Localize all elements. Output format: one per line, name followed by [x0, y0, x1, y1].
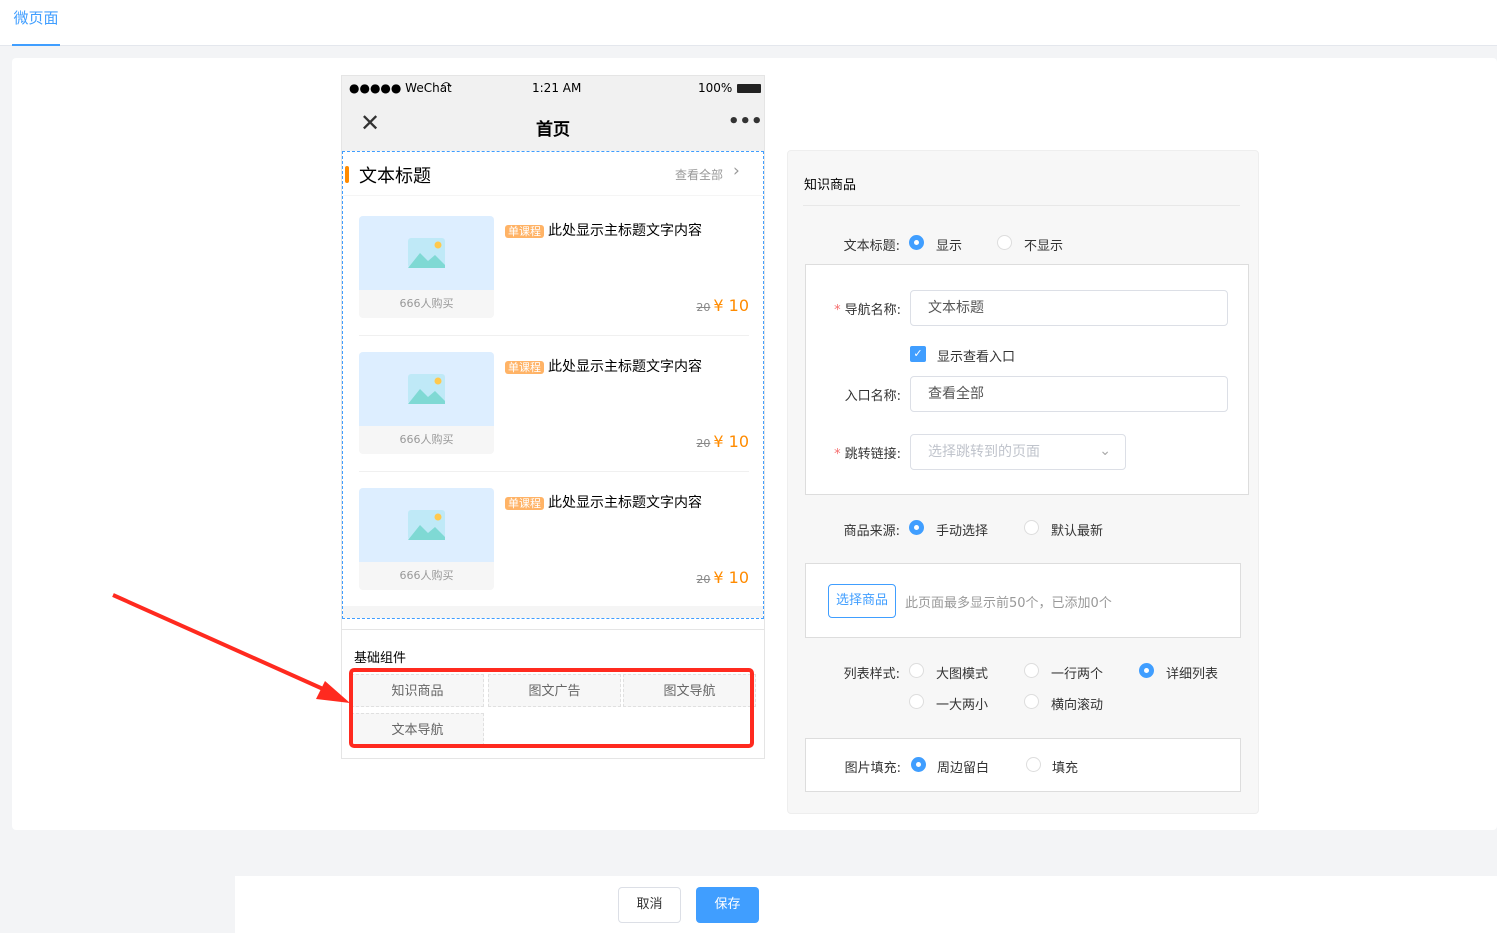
save-button[interactable]: 保存: [696, 887, 759, 923]
battery-icon: [737, 84, 761, 93]
list-item[interactable]: 666人购买 单课程 此处显示主标题文字内容 20 ¥ 10: [359, 488, 749, 608]
goods-component-preview[interactable]: 文本标题 查看全部 › 666人购买 单课程 此处显示主标题文字内容 20 ¥ 10…: [342, 151, 764, 619]
radio-margin-label: 周边留白: [937, 761, 990, 776]
entry-name-label: 入口名称:: [844, 389, 901, 404]
radio-latest[interactable]: [1024, 520, 1039, 535]
cancel-button[interactable]: 取消: [618, 887, 681, 923]
image-placeholder-icon: [359, 216, 494, 290]
footer-bar: 取消 保存: [235, 876, 1497, 933]
radio-manual-label: 手动选择: [936, 524, 989, 539]
select-goods-hint: 此页面最多显示前50个，已添加0个: [905, 596, 1112, 611]
annotation-arrow-icon: [112, 593, 350, 703]
title-settings-box: * 导航名称: 文本标题 ✓ 显示查看入口 入口名称: 查看全部 * 跳转链接: 选…: [805, 264, 1249, 495]
wifi-icon: ◠: [441, 79, 452, 93]
buyers-count: 666人购买: [399, 433, 454, 446]
select-goods-button[interactable]: 选择商品: [828, 584, 896, 618]
list-item[interactable]: 666人购买 单课程 此处显示主标题文字内容 20 ¥ 10: [359, 216, 749, 336]
phone-preview: ●●●●● WeChat ◠ 1:21 AM 100% ✕ 首页 ••• 文本标…: [341, 75, 765, 759]
old-price: 20: [696, 437, 711, 450]
radio-latest-label: 默认最新: [1051, 524, 1104, 539]
text-title-label: 文本标题:: [843, 239, 900, 254]
course-tag: 单课程: [505, 361, 544, 374]
phone-nav: ✕ 首页 •••: [342, 101, 764, 151]
radio-horizontal-scroll-label: 横向滚动: [1051, 698, 1104, 713]
top-tab-bar: 微页面: [0, 0, 1497, 46]
tab-micro-page[interactable]: 微页面: [12, 0, 60, 46]
title-accent-bar: [345, 166, 349, 183]
section-title: 文本标题: [359, 166, 431, 187]
price: ¥ 10: [713, 296, 749, 315]
settings-panel: 知识商品 文本标题: 显示 不显示 * 导航名称: 文本标题 ✓ 显示查看入口 入…: [787, 150, 1259, 814]
radio-fill-label: 填充: [1052, 761, 1079, 776]
source-label: 商品来源:: [843, 524, 900, 539]
components-title: 基础组件: [354, 651, 407, 666]
radio-big-image[interactable]: [909, 663, 924, 678]
more-icon[interactable]: •••: [728, 111, 763, 132]
radio-one-big-two-small[interactable]: [909, 694, 924, 709]
jump-link-select[interactable]: 选择跳转到的页面 ⌄: [910, 434, 1126, 470]
old-price: 20: [696, 573, 711, 586]
status-bar: ●●●●● WeChat ◠ 1:21 AM 100%: [342, 76, 764, 101]
time: 1:21 AM: [532, 81, 582, 95]
radio-show-label: 显示: [936, 239, 963, 254]
buyers-count: 666人购买: [399, 569, 454, 582]
nav-name-label: * 导航名称:: [834, 303, 901, 318]
carrier: ●●●●● WeChat: [349, 81, 452, 95]
show-entry-label: 显示查看入口: [937, 350, 1016, 365]
old-price: 20: [696, 301, 711, 314]
radio-margin[interactable]: [911, 757, 926, 772]
radio-two-per-row[interactable]: [1024, 663, 1039, 678]
jump-link-label: * 跳转链接:: [834, 447, 901, 462]
item-title: 此处显示主标题文字内容: [548, 223, 702, 239]
radio-manual[interactable]: [909, 520, 924, 535]
course-tag: 单课程: [505, 497, 544, 510]
radio-hide[interactable]: [997, 235, 1012, 250]
nav-title: 首页: [536, 120, 570, 140]
chevron-down-icon: ⌄: [1099, 443, 1111, 459]
section-header: 文本标题 查看全部 ›: [343, 152, 763, 196]
chevron-right-icon: ›: [733, 161, 740, 181]
radio-big-image-label: 大图模式: [936, 667, 989, 682]
image-fill-label: 图片填充:: [844, 761, 901, 776]
list-item[interactable]: 666人购买 单课程 此处显示主标题文字内容 20 ¥ 10: [359, 352, 749, 472]
image-placeholder-icon: [359, 352, 494, 426]
item-title: 此处显示主标题文字内容: [548, 359, 702, 375]
annotation-highlight-box: [349, 668, 754, 748]
radio-detail-list[interactable]: [1139, 663, 1154, 678]
radio-fill[interactable]: [1026, 757, 1041, 772]
show-entry-checkbox[interactable]: ✓: [910, 346, 926, 362]
radio-two-per-row-label: 一行两个: [1051, 667, 1104, 682]
item-title: 此处显示主标题文字内容: [548, 495, 702, 511]
radio-detail-list-label: 详细列表: [1166, 667, 1219, 682]
view-all-link[interactable]: 查看全部: [675, 166, 723, 183]
nav-name-input[interactable]: 文本标题: [910, 290, 1228, 326]
radio-show[interactable]: [909, 235, 924, 250]
battery-text: 100%: [698, 81, 733, 95]
radio-one-big-two-small-label: 一大两小: [936, 698, 989, 713]
radio-horizontal-scroll[interactable]: [1024, 694, 1039, 709]
price: ¥ 10: [713, 568, 749, 587]
price: ¥ 10: [713, 432, 749, 451]
goods-select-box: 选择商品 此页面最多显示前50个，已添加0个: [805, 563, 1241, 638]
image-placeholder-icon: [359, 488, 494, 562]
buyers-count: 666人购买: [399, 297, 454, 310]
panel-title: 知识商品: [804, 178, 857, 193]
jump-link-placeholder: 选择跳转到的页面: [928, 444, 1040, 460]
entry-name-input[interactable]: 查看全部: [910, 376, 1228, 412]
list-style-label: 列表样式:: [843, 667, 900, 682]
course-tag: 单课程: [505, 225, 544, 238]
image-fill-box: 图片填充: 周边留白 填充: [805, 738, 1241, 792]
radio-hide-label: 不显示: [1024, 239, 1064, 254]
